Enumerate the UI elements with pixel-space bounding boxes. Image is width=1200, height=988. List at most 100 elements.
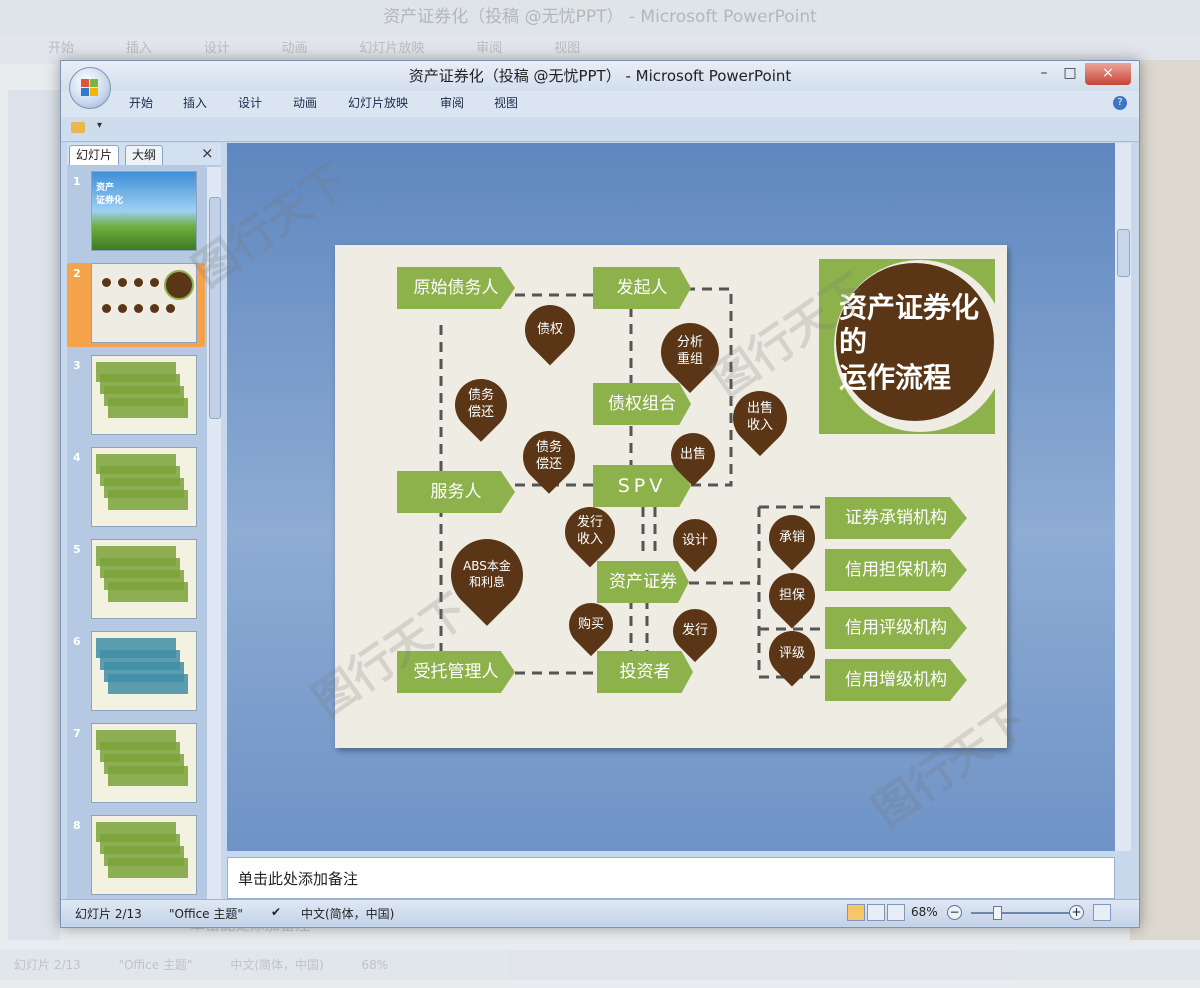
flow-box-asset-securities: 资产证券 [597, 561, 689, 603]
thumbnail-bar [108, 766, 188, 786]
zoom-slider-knob[interactable] [993, 906, 1002, 920]
slide-thumbnail-number: 4 [73, 451, 81, 464]
flow-box-guarantor: 信用担保机构 [825, 549, 967, 591]
slide-thumbnail-image: 资产 证券化 [91, 171, 197, 251]
tab-view[interactable]: 视图 [494, 91, 518, 115]
slide-thumbnail[interactable]: 6 [67, 631, 205, 715]
background-status-theme: "Office 主题" [118, 958, 193, 972]
tab-design[interactable]: 设计 [238, 91, 262, 115]
office-button[interactable] [69, 67, 111, 109]
flow-drop-label: 债权 [536, 321, 563, 337]
slide-thumbnail-number: 1 [73, 175, 81, 188]
normal-view-icon[interactable] [847, 904, 865, 921]
thumbnail-shape [102, 278, 111, 287]
slide-thumbnail-number: 7 [73, 727, 81, 740]
flow-box-trust-manager: 受托管理人 [397, 651, 515, 693]
slideshow-view-icon[interactable] [887, 904, 905, 921]
tab-home[interactable]: 开始 [129, 91, 153, 115]
slide-thumbnail[interactable]: 8 [67, 815, 205, 899]
tab-review[interactable]: 审阅 [440, 91, 464, 115]
fit-to-window-icon[interactable] [1093, 904, 1111, 921]
slide-thumbnail[interactable]: 1 资产 证券化 [67, 171, 205, 255]
zoom-out-icon[interactable]: − [947, 905, 962, 920]
thumbnail-title-circle [164, 270, 194, 300]
slides-pane: 幻灯片 大纲 × 1 资产 证券化 2 3 4 5 6 7 8 [67, 143, 221, 899]
slide-sorter-view-icon[interactable] [867, 904, 885, 921]
slide-thumbnail-list: 1 资产 证券化 2 3 4 5 6 7 8 [67, 167, 205, 899]
flow-drop-sell: 出售 [661, 423, 725, 487]
flow-box-investor: 投资者 [597, 651, 693, 693]
flow-drop-sale-income: 出售 收入 [721, 379, 799, 457]
spell-check-icon[interactable]: ✔ [271, 905, 281, 919]
maximize-button[interactable]: □ [1059, 63, 1081, 85]
slide-thumbnail[interactable]: 5 [67, 539, 205, 623]
tab-outline[interactable]: 大纲 [125, 145, 164, 165]
flow-drop-debt-repay-1: 债务 偿还 [444, 368, 518, 442]
thumbnail-bar [108, 490, 188, 510]
flow-drop-guarantee: 担保 [759, 563, 825, 629]
flow-drop-buy: 购买 [559, 593, 623, 657]
tab-slideshow[interactable]: 幻灯片放映 [348, 91, 408, 115]
status-slide-count: 幻灯片 2/13 [75, 907, 142, 921]
thumbnail-bar [108, 398, 188, 418]
slide-thumbnail[interactable]: 3 [67, 355, 205, 439]
thumbnail-shape [118, 278, 127, 287]
zoom-slider-track[interactable] [971, 912, 1071, 914]
zoom-level[interactable]: 68% [911, 905, 938, 919]
slides-pane-scrollbar[interactable] [207, 167, 221, 899]
vertical-scrollbar[interactable] [1115, 143, 1131, 851]
zoom-in-icon[interactable]: + [1069, 905, 1084, 920]
quick-access-toolbar: ▾ [61, 117, 1139, 142]
slide-thumbnail[interactable]: 7 [67, 723, 205, 807]
status-language[interactable]: 中文(简体，中国) [301, 905, 394, 922]
window-title: 资产证券化（投稿 @无忧PPT） - Microsoft PowerPoint [408, 67, 792, 85]
notes-placeholder: 单击此处添加备注 [238, 870, 359, 888]
slide-thumbnail[interactable]: 4 [67, 447, 205, 531]
notes-pane[interactable]: 单击此处添加备注 [227, 857, 1115, 899]
tab-insert[interactable]: 插入 [183, 91, 207, 115]
slide-thumbnail-number: 6 [73, 635, 81, 648]
flow-drop-label: 分析 重组 [676, 335, 703, 367]
help-icon[interactable]: ? [1113, 96, 1127, 110]
open-folder-icon[interactable] [71, 122, 85, 133]
close-pane-icon[interactable]: × [201, 144, 214, 162]
flow-drop-label: 评级 [778, 645, 805, 661]
close-button[interactable]: × [1085, 63, 1131, 85]
flow-drop-label: 债务 偿还 [467, 388, 494, 420]
flow-drop-label: 发行 收入 [576, 515, 603, 547]
scroll-thumb[interactable] [1117, 229, 1130, 277]
background-status-language: 中文(简体，中国) [230, 958, 324, 972]
office-logo-icon [81, 79, 99, 97]
flow-drop-design: 设计 [663, 509, 727, 573]
tab-slides[interactable]: 幻灯片 [69, 145, 120, 165]
thumbnail-bar [108, 674, 188, 694]
flow-drop-label: 债务 偿还 [535, 440, 562, 472]
flow-drop-label: 出售 收入 [746, 401, 773, 433]
flow-drop-rate: 评级 [759, 621, 825, 687]
customize-toolbar-dropdown-icon[interactable]: ▾ [97, 120, 102, 131]
flow-box-originator: 发起人 [593, 267, 691, 309]
background-window-title: 资产证券化（投稿 @无忧PPT） - Microsoft PowerPoint [0, 0, 1200, 34]
minimize-button[interactable]: – [1033, 63, 1055, 85]
status-theme[interactable]: "Office 主题" [169, 905, 243, 922]
tab-animation[interactable]: 动画 [293, 91, 317, 115]
thumbnail-shape [118, 304, 127, 313]
scroll-thumb[interactable] [209, 197, 221, 419]
slides-pane-tabs: 幻灯片 大纲 × [67, 143, 221, 165]
slide-title-line: 运作流程 [839, 361, 951, 394]
background-desktop [1130, 60, 1200, 940]
powerpoint-window: 资产证券化（投稿 @无忧PPT） - Microsoft PowerPoint … [60, 60, 1140, 928]
title-bar: 资产证券化（投稿 @无忧PPT） - Microsoft PowerPoint … [61, 61, 1139, 91]
flow-drop-label: 承销 [778, 529, 805, 545]
flow-box-servicer: 服务人 [397, 471, 515, 513]
thumbnail-shape [134, 278, 143, 287]
flow-box-underwriter: 证券承销机构 [825, 497, 967, 539]
flow-box-rating: 信用评级机构 [825, 607, 967, 649]
current-slide[interactable]: 资产证券化 的 运作流程 原始债务人 发起人债权组合 服务人 SPV 资产证券 … [335, 245, 1007, 748]
thumbnail-shape [150, 304, 159, 313]
flow-box-enhancement: 信用增级机构 [825, 659, 967, 701]
slide-thumbnail-image [91, 355, 197, 435]
flow-drop-label: 购买 [577, 616, 604, 632]
slide-thumbnail[interactable]: 2 [67, 263, 205, 347]
flow-drop-issue: 发行 [663, 599, 727, 663]
